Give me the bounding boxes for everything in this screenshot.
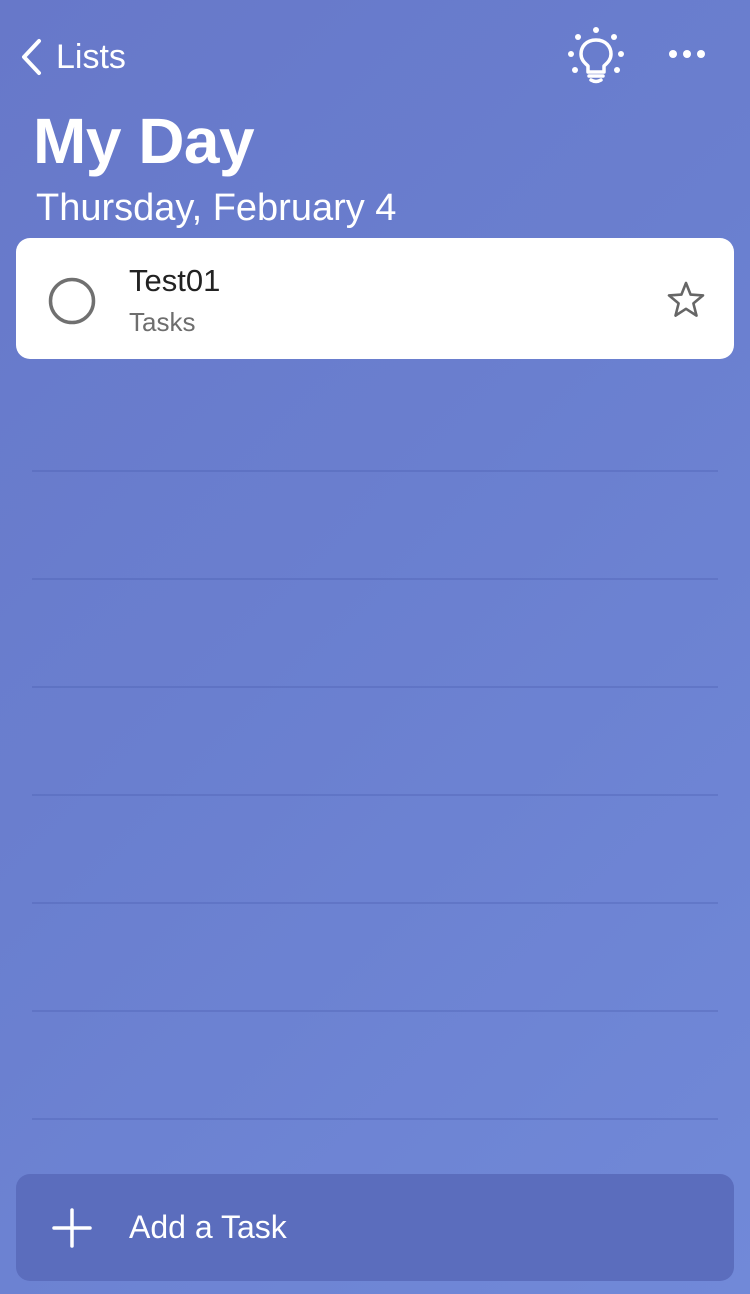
suggestions-button[interactable] xyxy=(564,26,628,86)
circle-icon xyxy=(48,277,96,329)
chevron-left-icon xyxy=(20,38,42,76)
star-icon xyxy=(666,281,706,324)
divider-line xyxy=(32,1118,718,1120)
more-options-button[interactable] xyxy=(664,34,710,74)
add-task-button[interactable]: Add a Task xyxy=(16,1174,734,1281)
divider-line xyxy=(32,686,718,688)
mark-important-button[interactable] xyxy=(666,280,706,320)
divider-line xyxy=(32,794,718,796)
plus-icon xyxy=(52,1208,92,1248)
divider-line xyxy=(32,902,718,904)
back-to-lists-button[interactable]: Lists xyxy=(20,34,126,80)
add-task-label: Add a Task xyxy=(129,1209,287,1245)
back-label: Lists xyxy=(56,38,126,76)
lightbulb-icon xyxy=(564,27,628,90)
divider-line xyxy=(32,1010,718,1012)
divider-line xyxy=(32,578,718,580)
task-item[interactable]: Test01 Tasks xyxy=(16,238,734,359)
page-date: Thursday, February 4 xyxy=(36,187,397,229)
more-horizontal-icon xyxy=(664,50,710,78)
task-title: Test01 xyxy=(129,263,221,298)
complete-task-checkbox[interactable] xyxy=(48,277,96,325)
my-day-screen: Lists My Day Thursday, February 4 Test01… xyxy=(0,0,750,1294)
task-list-name: Tasks xyxy=(129,307,196,337)
page-title: My Day xyxy=(33,105,255,177)
divider-line xyxy=(32,470,718,472)
